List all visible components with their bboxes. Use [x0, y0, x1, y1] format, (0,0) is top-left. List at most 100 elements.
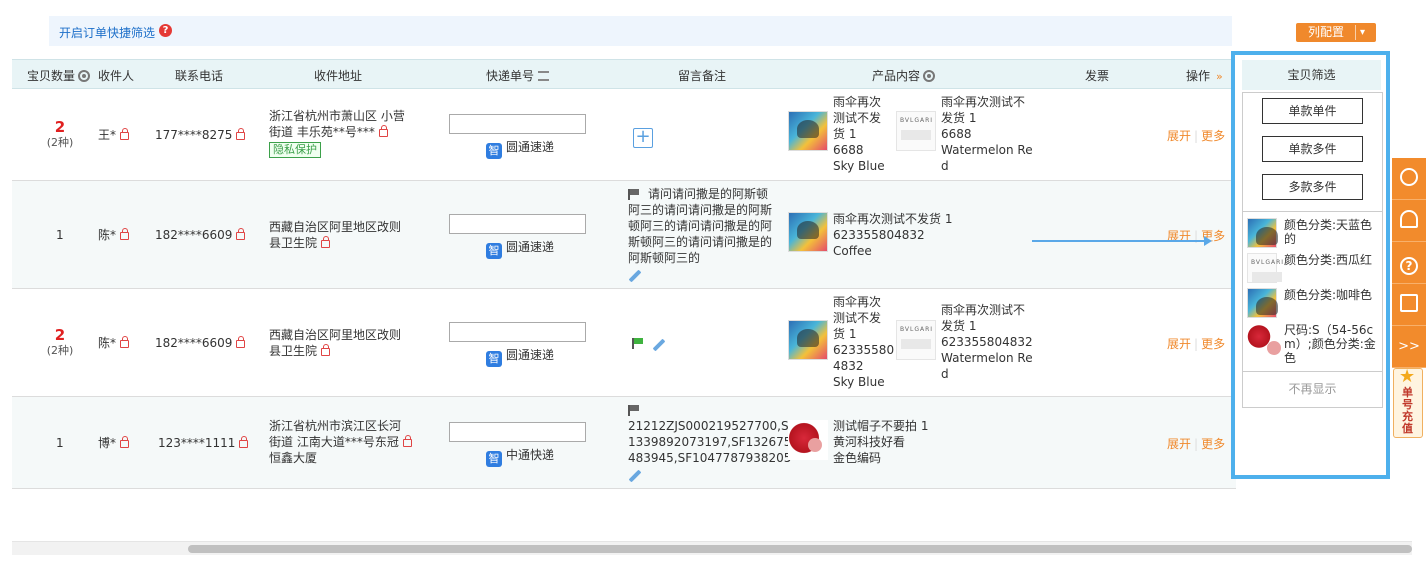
gear-icon[interactable] — [78, 70, 91, 82]
mascot-icon[interactable] — [1392, 158, 1426, 200]
more-link[interactable]: 更多 — [1201, 437, 1225, 451]
expand-link[interactable]: 展开 — [1167, 129, 1191, 143]
header-products: 产品内容 — [872, 67, 936, 84]
receiver-phone: 177****8275 — [155, 127, 246, 143]
lock-icon[interactable] — [236, 228, 246, 240]
row-actions: 展开 | 更多 — [1167, 437, 1226, 451]
product-info: 雨伞再次测试不 发货 1 623355804832 Watermelon Re d — [941, 303, 1033, 381]
receiver-address: 浙江省杭州市滨江区长河 街道 江南大道***号东冠 恒鑫大厦 — [269, 418, 429, 466]
edit-icon[interactable] — [628, 269, 642, 283]
item-kinds: (2种) — [46, 136, 74, 149]
gear-icon[interactable] — [923, 70, 936, 82]
header-address: 收件地址 — [314, 69, 363, 83]
receiver-phone: 123****1111 — [158, 435, 249, 451]
double-chevron-down-icon[interactable]: » — [1216, 70, 1223, 83]
edit-note-icon[interactable] — [1392, 284, 1426, 326]
flag-icon[interactable] — [628, 405, 640, 416]
header-tracking: 快递单号 — [486, 67, 550, 84]
edit-icon[interactable] — [652, 338, 666, 352]
lock-icon[interactable] — [120, 336, 130, 348]
single-item-single-qty-button[interactable]: 单款单件 — [1262, 98, 1363, 124]
lock-icon[interactable] — [120, 128, 130, 140]
chevron-down-icon[interactable]: ▾ — [1360, 23, 1365, 42]
tracking-number-input[interactable] — [449, 422, 586, 442]
product-thumbnail — [896, 111, 936, 151]
tracking-topup-button[interactable]: ★ 单号充值 — [1393, 366, 1423, 438]
horizontal-scrollbar[interactable] — [12, 541, 1412, 555]
item-kinds: (2种) — [46, 344, 74, 357]
lock-icon[interactable] — [378, 125, 388, 137]
multi-item-multi-qty-button[interactable]: 多款多件 — [1262, 174, 1363, 200]
arrow-indicator — [1032, 236, 1212, 246]
product-thumbnail — [1247, 323, 1281, 355]
courier-label[interactable]: 智圆通速递 — [486, 239, 554, 259]
product-info: 雨伞再次测试不发货 1 623355804832 Coffee — [833, 212, 953, 258]
expand-toolbar-icon[interactable]: >> — [1392, 326, 1426, 368]
smart-icon: 智 — [486, 243, 502, 259]
column-config-label: 列配置 — [1308, 25, 1345, 39]
remark-actions — [632, 335, 666, 352]
tracking-number-input[interactable] — [449, 322, 586, 342]
courier-label[interactable]: 智中通快递 — [486, 447, 554, 467]
product-thumbnail — [1247, 218, 1278, 248]
filter-icon[interactable] — [538, 71, 550, 81]
row-actions: 展开 | 更多 — [1167, 129, 1226, 143]
header-ops: 操作» — [1186, 69, 1223, 83]
row-actions: 展开 | 更多 — [1167, 337, 1226, 351]
divider — [1243, 371, 1382, 372]
lock-icon[interactable] — [321, 236, 331, 248]
bell-icon[interactable] — [1392, 200, 1426, 242]
remark-text: 21212ZJS000219527700,SF 1339892073197,SF1… — [628, 402, 799, 483]
product-thumbnail — [896, 320, 936, 360]
smart-icon: 智 — [486, 351, 502, 367]
quick-filter-bar: 开启订单快捷筛选 ? — [49, 16, 1232, 46]
flag-icon[interactable] — [628, 189, 640, 200]
divider — [1355, 25, 1356, 40]
receiver-name: 博* — [98, 435, 130, 451]
green-flag-icon[interactable] — [632, 338, 644, 349]
product-thumbnail — [788, 420, 828, 460]
tracking-number-input[interactable] — [449, 114, 586, 134]
single-item-multi-qty-button[interactable]: 单款多件 — [1262, 136, 1363, 162]
header-phone: 联系电话 — [175, 69, 224, 83]
lock-icon[interactable] — [120, 228, 130, 240]
edit-icon[interactable] — [628, 469, 642, 483]
table-header: 宝贝数量 收件人 联系电话 收件地址 快递单号 留言备注 产品内容 发票 操作» — [12, 59, 1236, 89]
lock-icon[interactable] — [236, 128, 246, 140]
product-info: 雨伞再次 测试不发货 1 6688 Sky Blue — [833, 95, 885, 173]
tracking-number-input[interactable] — [449, 214, 586, 234]
item-count: 1 — [56, 436, 64, 450]
receiver-address: 西藏自治区阿里地区改则 县卫生院 — [269, 220, 402, 250]
help-icon[interactable]: ? — [159, 24, 172, 37]
courier-label[interactable]: 智圆通速递 — [486, 347, 554, 367]
more-link[interactable]: 更多 — [1201, 129, 1225, 143]
product-thumbnail — [788, 320, 828, 360]
receiver-name: 王* — [98, 127, 130, 143]
quick-filter-toggle[interactable]: 开启订单快捷筛选 — [59, 24, 155, 41]
expand-link[interactable]: 展开 — [1167, 437, 1191, 451]
lock-icon[interactable] — [239, 436, 249, 448]
remark-text: 请问请问撒是的阿斯顿 阿三的请问请问撒是的阿斯 顿阿三的请问请问撒是的阿 斯顿阿三的… — [628, 186, 788, 283]
courier-label[interactable]: 智圆通速递 — [486, 139, 554, 159]
header-invoice: 发票 — [1085, 69, 1110, 83]
item-count: 1 — [56, 228, 64, 242]
help-circle-icon[interactable]: ? — [1392, 242, 1426, 284]
expand-link[interactable]: 展开 — [1167, 337, 1191, 351]
column-config-button[interactable]: 列配置 ▾ — [1296, 23, 1376, 42]
smart-icon: 智 — [486, 451, 502, 467]
lock-icon[interactable] — [120, 436, 130, 448]
lock-icon[interactable] — [321, 344, 331, 356]
product-thumbnail — [788, 111, 828, 151]
lock-icon[interactable] — [402, 435, 412, 447]
dont-show-again-link[interactable]: 不再显示 — [1243, 380, 1382, 397]
receiver-address: 浙江省杭州市萧山区 小营 街道 丰乐苑**号*** 隐私保护 — [269, 109, 405, 158]
lock-icon[interactable] — [236, 336, 246, 348]
header-qty: 宝贝数量 — [27, 67, 91, 84]
scrollbar-thumb[interactable] — [188, 545, 1412, 553]
item-count: 2 — [54, 118, 66, 136]
table-row: 2 (2种) 王* 177****8275 浙江省杭州市萧山区 小营 街道 丰乐… — [12, 89, 1236, 181]
panel-title: 宝贝筛选 — [1242, 60, 1381, 90]
add-remark-button[interactable]: + — [633, 128, 653, 148]
item-filter-panel: 宝贝筛选 单款单件 单款多件 多款多件 颜色分类:天蓝色的 颜色分类:西瓜红 颜… — [1231, 51, 1390, 479]
more-link[interactable]: 更多 — [1201, 337, 1225, 351]
